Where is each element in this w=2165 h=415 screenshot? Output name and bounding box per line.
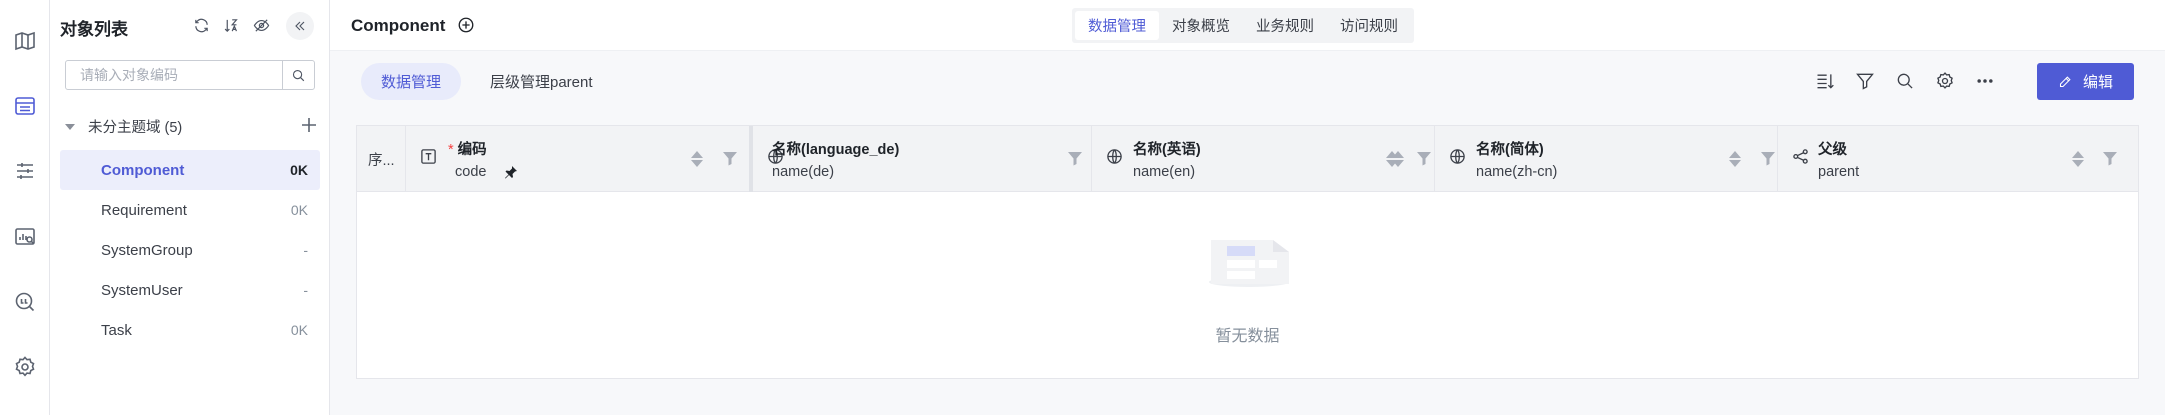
more-icon[interactable] (1972, 68, 1998, 94)
column-settings-icon[interactable] (1812, 68, 1838, 94)
subtab-data-management[interactable]: 数据管理 (361, 63, 462, 100)
column-filter-icon[interactable] (1067, 150, 1083, 166)
filter-icon[interactable] (1852, 68, 1878, 94)
object-item-component[interactable]: Component 0K (60, 150, 320, 190)
edit-button[interactable]: 编辑 (2037, 63, 2134, 100)
column-field: name(en) (1133, 164, 1196, 180)
column-header-parent[interactable]: 父级 parent (1778, 126, 2138, 192)
view-tabs: 数据管理 对象概览 业务规则 访问规则 (1072, 8, 1414, 43)
object-name: Task (101, 321, 132, 339)
object-item-systemgroup[interactable]: SystemGroup - (60, 230, 320, 270)
object-item-task[interactable]: Task 0K (60, 310, 320, 350)
page-title: Component (351, 16, 446, 35)
object-name: SystemUser (101, 281, 183, 299)
object-count: - (303, 242, 308, 258)
empty-state: 暂无数据 (357, 192, 2138, 378)
visibility-icon[interactable] (250, 14, 272, 36)
column-filter-icon[interactable] (1416, 150, 1432, 166)
double-chevron-left-icon (295, 21, 305, 31)
object-item-systemuser[interactable]: SystemUser - (60, 270, 320, 310)
data-table: 序... * 编码 code 名称(language_de) name(de) … (356, 125, 2139, 379)
pencil-icon (2059, 76, 2071, 88)
subtab-hierarchy-parent[interactable]: 层级管理parent (470, 63, 613, 100)
sort-icon[interactable] (1728, 149, 1742, 169)
column-title-code: * 编码 (444, 138, 487, 159)
settings-icon[interactable] (1932, 68, 1958, 94)
column-filter-icon[interactable] (722, 150, 738, 166)
sort-icon[interactable] (2071, 149, 2085, 169)
globe-icon (1449, 148, 1467, 166)
column-header-code[interactable]: * 编码 code (406, 126, 760, 192)
sub-toolbar: 数据管理 层级管理parent 编辑 (330, 51, 2165, 121)
empty-data-illustration (1209, 240, 1289, 287)
sort-icon[interactable] (1385, 149, 1399, 169)
tab-access-rules[interactable]: 访问规则 (1327, 11, 1411, 40)
column-field: code (455, 164, 487, 180)
share-node-icon (1792, 148, 1810, 166)
edit-button-label: 编辑 (2082, 74, 2113, 91)
left-rail (0, 0, 50, 415)
object-search-input[interactable] (66, 61, 282, 89)
chart-search-icon[interactable] (9, 221, 41, 253)
object-count: 0K (290, 322, 308, 338)
object-search-box (65, 60, 315, 90)
object-list: Component 0K Requirement 0K SystemGroup … (60, 150, 320, 350)
add-circle-icon[interactable] (457, 16, 477, 36)
search-icon[interactable] (1892, 68, 1918, 94)
column-name: 父级 (1818, 142, 1847, 158)
object-name: SystemGroup (101, 241, 193, 259)
settings-icon[interactable] (9, 351, 41, 383)
add-icon[interactable] (300, 116, 320, 136)
column-field: name(de) (772, 164, 835, 180)
column-name: 编码 (457, 142, 487, 158)
tab-data-management[interactable]: 数据管理 (1075, 11, 1159, 40)
object-count: - (303, 282, 308, 298)
ql-query-icon[interactable] (9, 286, 41, 318)
app-root: 对象列表 未分主题域 (5) Component 0K (0, 0, 2165, 415)
column-name: 名称(简体) (1476, 142, 1544, 158)
object-count: 0K (290, 202, 308, 218)
column-header-name-zh[interactable]: 名称(简体) name(zh-cn) (1435, 126, 1777, 192)
column-name: 名称(language_de) (772, 142, 900, 158)
seq-column-header[interactable]: 序... (357, 126, 405, 192)
column-header-name-de[interactable]: 名称(language_de) name(de) (753, 126, 1404, 192)
pin-icon[interactable] (504, 165, 518, 179)
caret-down-icon[interactable] (64, 120, 76, 132)
map-icon[interactable] (9, 25, 41, 57)
object-name: Requirement (101, 201, 187, 219)
list-table-icon[interactable] (9, 90, 41, 122)
tab-object-overview[interactable]: 对象概览 (1159, 11, 1243, 40)
globe-icon (1106, 148, 1124, 166)
object-count: 0K (290, 162, 308, 178)
required-marker: * (448, 142, 454, 158)
object-list-panel: 对象列表 未分主题域 (5) Component 0K (50, 0, 330, 415)
refresh-icon[interactable] (190, 14, 212, 36)
column-filter-icon[interactable] (1760, 150, 1776, 166)
panel-title: 对象列表 (60, 20, 128, 39)
text-field-icon (420, 148, 438, 166)
group-label: 未分主题域 (5) (88, 119, 183, 136)
column-name: 名称(英语) (1133, 142, 1201, 158)
sort-az-icon[interactable] (220, 14, 242, 36)
collapse-panel-button[interactable] (286, 12, 314, 40)
subject-domain-group[interactable]: 未分主题域 (5) (60, 113, 320, 139)
table-header: 序... * 编码 code 名称(language_de) name(de) … (357, 126, 2138, 192)
empty-state-text: 暂无数据 (1215, 328, 1280, 345)
top-header: Component 数据管理 对象概览 业务规则 访问规则 (330, 0, 2165, 51)
object-item-requirement[interactable]: Requirement 0K (60, 190, 320, 230)
column-filter-icon[interactable] (2102, 150, 2118, 166)
column-field: name(zh-cn) (1476, 164, 1558, 180)
search-icon (292, 69, 305, 81)
seq-header-label: 序... (368, 153, 395, 169)
sliders-icon[interactable] (9, 155, 41, 187)
sort-icon[interactable] (690, 149, 704, 169)
search-button[interactable] (282, 61, 314, 89)
tab-business-rules[interactable]: 业务规则 (1243, 11, 1327, 40)
column-header-name-en[interactable]: 名称(英语) name(en) (1092, 126, 1434, 192)
column-field: parent (1818, 164, 1860, 180)
object-name: Component (101, 161, 185, 179)
